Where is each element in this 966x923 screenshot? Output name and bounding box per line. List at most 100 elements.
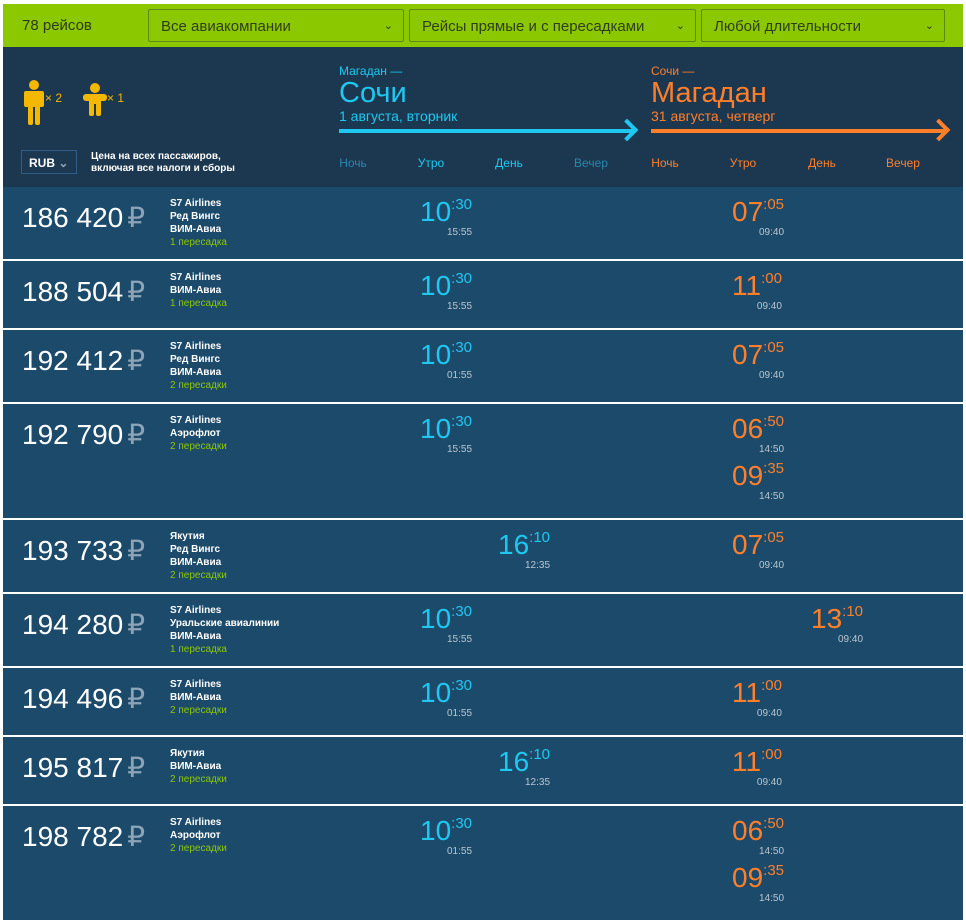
flight-duration: 01:55 — [446, 370, 473, 381]
currency-select[interactable]: RUB ⌄ — [21, 150, 77, 174]
duration-select[interactable]: Любой длительности ⌄ — [701, 9, 945, 42]
out-time[interactable]: 10:30 15:55 — [420, 413, 473, 455]
airline-name: ВИМ-Авиа — [170, 692, 222, 703]
airline-name: Аэрофлот — [170, 428, 221, 439]
children-count: × 1 — [107, 91, 125, 105]
stops-select[interactable]: Рейсы прямые и с пересадками ⌄ — [409, 9, 696, 42]
airline-name: ВИМ-Авиа — [170, 367, 222, 378]
return-arrow-icon — [651, 129, 947, 133]
ruble-icon: ₽ — [127, 609, 146, 640]
airline-name: S7 Airlines — [170, 679, 222, 690]
ret-time[interactable]: 13:10 09:40 — [811, 603, 863, 645]
airlines-list: S7 Airlines Ред Вингс ВИМ-Авиа 1 пересадка — [170, 197, 227, 249]
flight-row[interactable]: 192 412 ₽ S7 Airlines Ред Вингс ВИМ-Авиа 2 пе… — [3, 330, 963, 402]
flight-row[interactable]: 193 733 ₽ Якутия Ред Вингс ВИМ-Авиа 2 пересад… — [3, 520, 963, 592]
flight-price: 192 412 ₽ — [22, 345, 146, 376]
airline-name: ВИМ-Авиа — [170, 761, 222, 772]
flight-duration: 09:40 — [756, 708, 782, 719]
flight-duration: 09:40 — [758, 560, 785, 571]
ret-time[interactable]: 07:05 09:40 — [732, 339, 784, 381]
stops-count: 2 пересадки — [170, 441, 227, 452]
flight-duration: 15:55 — [446, 444, 473, 455]
outbound-period-0[interactable]: Ночь — [339, 156, 367, 170]
out-time[interactable]: 10:30 15:55 — [420, 270, 473, 312]
outbound-route: Магадан — Сочи 1 августа, вторник — [339, 64, 458, 124]
ruble-icon: ₽ — [127, 419, 146, 450]
airlines-list: S7 Airlines ВИМ-Авиа 1 пересадка — [170, 271, 227, 310]
flight-duration: 12:35 — [524, 777, 551, 788]
return-route: Сочи — Магадан 31 августа, четверг — [651, 64, 776, 124]
flight-duration: 15:55 — [446, 301, 473, 312]
return-period-2[interactable]: День — [808, 156, 836, 170]
chevron-down-icon: ⌄ — [58, 156, 69, 170]
ret-time[interactable]: 07:05 09:40 — [732, 196, 785, 238]
return-period-0[interactable]: Ночь — [651, 156, 679, 170]
adult-icon — [21, 79, 47, 127]
stops-count: 2 пересадки — [170, 570, 227, 581]
results-header: × 2 × 1 RUB ⌄ Цена на всех пассажиров, вк… — [3, 47, 963, 187]
ruble-icon: ₽ — [127, 752, 146, 783]
airline-name: S7 Airlines — [170, 817, 222, 828]
out-time[interactable]: 10:30 15:55 — [420, 196, 472, 238]
return-period-3[interactable]: Вечер — [886, 156, 920, 170]
airline-name: Якутия — [170, 531, 205, 542]
ruble-icon: ₽ — [127, 535, 146, 566]
ret-time[interactable]: 09:35 14:50 — [732, 460, 785, 502]
flights-count: 78 рейсов — [22, 17, 92, 34]
airline-name: Ред Вингс — [170, 354, 221, 365]
ret-time[interactable]: 06:50 14:50 — [732, 815, 784, 857]
stops-count: 1 пересадка — [170, 298, 227, 309]
flight-duration: 01:55 — [446, 708, 473, 719]
out-time[interactable]: 10:30 01:55 — [420, 339, 473, 381]
outbound-period-2[interactable]: День — [495, 156, 523, 170]
airlines-list: S7 Airlines Уральские авиалинии ВИМ-Авиа 1 … — [170, 604, 279, 656]
airlines-list: S7 Airlines ВИМ-Авиа 2 пересадки — [170, 678, 227, 717]
out-time[interactable]: 16:10 12:35 — [498, 529, 550, 571]
flight-row[interactable]: 198 782 ₽ S7 Airlines Аэрофлот 2 пересадки 10… — [3, 806, 963, 920]
ret-time[interactable]: 11:00 09:40 — [732, 746, 782, 788]
price-note: Цена на всех пассажиров, включая все нало… — [91, 151, 235, 174]
ruble-icon: ₽ — [127, 202, 146, 233]
ret-time[interactable]: 11:00 09:40 — [732, 270, 782, 312]
airline-name: ВИМ-Авиа — [170, 224, 222, 235]
airlines-list: S7 Airlines Аэрофлот 2 пересадки — [170, 414, 227, 453]
ruble-icon: ₽ — [127, 276, 146, 307]
chevron-down-icon: ⌄ — [675, 20, 685, 32]
ruble-icon: ₽ — [127, 345, 146, 376]
stops-count: 2 пересадки — [170, 843, 227, 854]
outbound-period-1[interactable]: Утро — [418, 156, 444, 170]
airline-name: ВИМ-Авиа — [170, 285, 222, 296]
flight-duration: 01:55 — [446, 846, 473, 857]
filter-bar: 78 рейсов Все авиакомпании ⌄ Рейсы прямые… — [3, 4, 963, 47]
out-time[interactable]: 10:30 15:55 — [420, 603, 472, 645]
flight-price: 193 733 ₽ — [22, 535, 146, 566]
return-period-1[interactable]: Утро — [730, 156, 756, 170]
flight-duration: 09:40 — [758, 227, 785, 238]
out-time[interactable]: 10:30 01:55 — [420, 815, 473, 857]
stops-count: 1 пересадка — [170, 644, 227, 655]
ret-time[interactable]: 06:50 14:50 — [732, 413, 784, 455]
flight-row[interactable]: 195 817 ₽ Якутия ВИМ-Авиа 2 пересадки 16:10 12… — [3, 737, 963, 804]
airlines-select[interactable]: Все авиакомпании ⌄ — [148, 9, 404, 42]
flight-row[interactable]: 194 496 ₽ S7 Airlines ВИМ-Авиа 2 пересадки 10… — [3, 668, 963, 735]
flight-row[interactable]: 192 790 ₽ S7 Airlines Аэрофлот 2 пересадки 10… — [3, 404, 963, 518]
ret-time[interactable]: 07:05 09:40 — [732, 529, 785, 571]
flight-row[interactable]: 188 504 ₽ S7 Airlines ВИМ-Авиа 1 пересадка 10… — [3, 261, 963, 328]
out-time[interactable]: 16:10 12:35 — [498, 746, 551, 788]
airline-name: Якутия — [170, 748, 205, 759]
chevron-down-icon: ⌄ — [383, 20, 393, 32]
ret-time[interactable]: 11:00 09:40 — [732, 677, 782, 719]
flight-price: 192 790 ₽ — [22, 419, 146, 450]
airlines-list: Якутия ВИМ-Авиа 2 пересадки — [170, 747, 227, 786]
airlines-list: S7 Airlines Аэрофлот 2 пересадки — [170, 816, 227, 855]
flight-duration: 14:50 — [758, 491, 785, 502]
stops-count: 1 пересадка — [170, 237, 227, 248]
flight-row[interactable]: 194 280 ₽ S7 Airlines Уральские авиалинии ВИ… — [3, 594, 963, 666]
airlines-list: S7 Airlines Ред Вингс ВИМ-Авиа 2 пересадки — [170, 340, 227, 392]
outbound-period-3[interactable]: Вечер — [574, 156, 608, 170]
flight-price: 188 504 ₽ — [22, 276, 146, 307]
flight-row[interactable]: 186 420 ₽ S7 Airlines Ред Вингс ВИМ-Авиа 1 пе… — [3, 187, 963, 259]
ret-time[interactable]: 09:35 14:50 — [732, 862, 784, 904]
out-time[interactable]: 10:30 01:55 — [420, 677, 473, 719]
airline-name: S7 Airlines — [170, 341, 222, 352]
